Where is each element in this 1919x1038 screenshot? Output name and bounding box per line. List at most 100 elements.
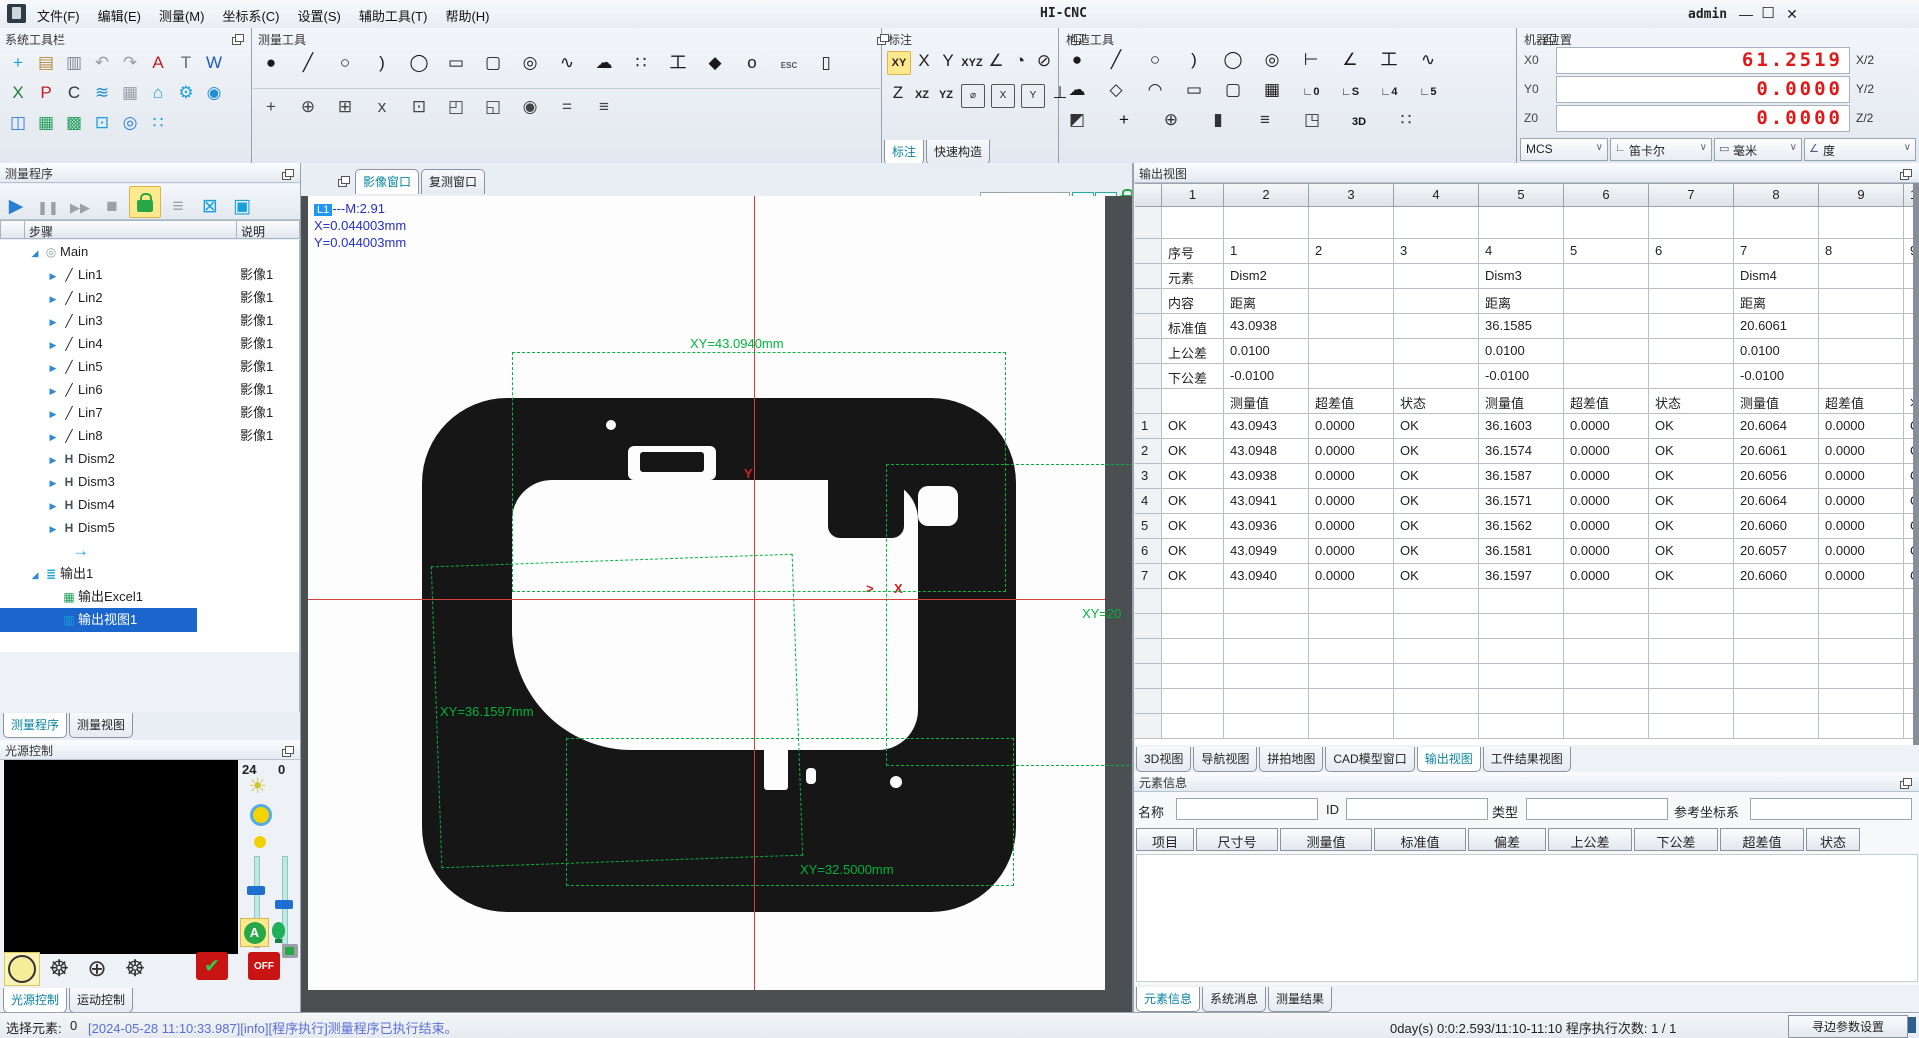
camera-icon[interactable]: ◉ [201, 79, 227, 105]
stop-button[interactable]: ■ [97, 192, 127, 222]
table-cell[interactable] [1309, 664, 1394, 689]
arc-icon[interactable]: ) [1182, 47, 1206, 71]
table-cell[interactable]: OK [1649, 439, 1734, 464]
expander-closed-icon[interactable]: ▶ [46, 380, 60, 403]
table-cell[interactable] [1135, 664, 1162, 689]
table-cell[interactable]: 43.0938 [1224, 314, 1309, 339]
table-cell[interactable] [1479, 714, 1564, 739]
tab-image-0[interactable]: 影像窗口 [355, 169, 419, 194]
table-cell[interactable]: 0.0000 [1564, 414, 1649, 439]
menu-0[interactable]: 文件(F) [28, 0, 89, 31]
table-cell[interactable] [1135, 614, 1162, 639]
table-cell[interactable]: -0.0100 [1734, 364, 1819, 389]
expander-closed-icon[interactable]: ▶ [46, 472, 60, 495]
table-cell[interactable] [1819, 664, 1904, 689]
tree-item-Dism2[interactable]: ▶HDism2 [0, 447, 299, 470]
table-cell[interactable]: 36.1571 [1479, 489, 1564, 514]
probe-box-icon[interactable]: ⊞ [332, 93, 358, 119]
table-cell[interactable] [1162, 389, 1224, 414]
table-cell[interactable]: 20.6056 [1734, 464, 1819, 489]
line-icon[interactable]: ╱ [295, 49, 321, 75]
expander-open-icon[interactable]: ◢ [28, 564, 42, 587]
table-cell[interactable]: 20.6061 [1734, 314, 1819, 339]
table-cell[interactable]: OK [1162, 439, 1224, 464]
table-cell[interactable]: 43.0943 [1224, 414, 1309, 439]
expander-closed-icon[interactable]: ▶ [46, 426, 60, 449]
table-cell[interactable] [1135, 714, 1162, 739]
table-cell[interactable]: 36.1603 [1479, 414, 1564, 439]
table-cell[interactable]: 状态 [1649, 389, 1734, 414]
table-cell[interactable]: OK [1394, 439, 1479, 464]
table-cell[interactable]: OK [1394, 414, 1479, 439]
menu-5[interactable]: 辅助工具(T) [350, 0, 437, 31]
table-cell[interactable] [1162, 689, 1224, 714]
coaxial-light-icon[interactable] [250, 804, 272, 826]
table-cell[interactable]: 43.0938 [1224, 464, 1309, 489]
home-icon[interactable]: ⌂ [145, 79, 171, 105]
table-cell[interactable]: 0.0100 [1224, 339, 1309, 364]
table-cell[interactable] [1734, 714, 1819, 739]
table-cell[interactable] [1479, 207, 1564, 239]
table-cell[interactable]: OK [1649, 489, 1734, 514]
table-cell[interactable]: 3 [1394, 239, 1479, 264]
table-cell[interactable]: 3 [1135, 464, 1162, 489]
table-cell[interactable] [1394, 339, 1479, 364]
column-header[interactable]: 6 [1564, 183, 1649, 207]
table-cell[interactable] [1309, 589, 1394, 614]
table-cell[interactable] [1734, 689, 1819, 714]
redo-icon[interactable]: ↷ [117, 49, 143, 75]
axis-half-button[interactable]: X/2 [1856, 53, 1874, 67]
table-cell[interactable]: OK [1162, 489, 1224, 514]
column-steps[interactable]: 步骤 [25, 220, 237, 239]
step-button[interactable]: ▶▶ [65, 193, 95, 223]
table-cell[interactable] [1135, 289, 1162, 314]
lines-icon[interactable]: ≡ [1253, 107, 1277, 131]
target-icon[interactable]: ◎ [117, 109, 143, 135]
float-icon[interactable] [282, 169, 294, 180]
element-col-button-0[interactable]: 项目 [1136, 828, 1194, 851]
ring-icon[interactable]: ◎ [517, 49, 543, 75]
table-cell[interactable]: OK [1649, 414, 1734, 439]
excel-export-icon[interactable]: X [5, 79, 31, 105]
probe-grid-icon[interactable]: ≡ [591, 93, 617, 119]
tab-output-1[interactable]: 导航视图 [1193, 747, 1257, 772]
table-cell[interactable] [1135, 689, 1162, 714]
table-cell[interactable] [1224, 639, 1309, 664]
tree-item-Dism3[interactable]: ▶HDism3 [0, 470, 299, 493]
table-cell[interactable] [1819, 364, 1904, 389]
table-cell[interactable] [1135, 364, 1162, 389]
report-table-icon[interactable]: ▦ [33, 109, 59, 135]
table-cell[interactable] [1564, 364, 1649, 389]
field-input-0[interactable] [1176, 798, 1318, 820]
table-cell[interactable]: 0.0000 [1564, 539, 1649, 564]
expander-closed-icon[interactable]: ▶ [46, 518, 60, 541]
field-input-2[interactable] [1526, 798, 1668, 820]
table-cell[interactable]: 1 [1224, 239, 1309, 264]
table-cell[interactable] [1564, 339, 1649, 364]
tab-light-0[interactable]: 光源控制 [3, 988, 67, 1013]
table-cell[interactable] [1479, 614, 1564, 639]
circle-icon[interactable]: ○ [1143, 47, 1167, 71]
tree-item-Lin5[interactable]: ▶╱Lin5影像1 [0, 355, 299, 378]
table-cell[interactable]: 43.0936 [1224, 514, 1309, 539]
table-cell[interactable]: 0.0000 [1309, 514, 1394, 539]
table-cell[interactable]: 36.1587 [1479, 464, 1564, 489]
table-cell[interactable]: 43.0949 [1224, 539, 1309, 564]
table-cell[interactable] [1309, 207, 1394, 239]
tree-item-Main[interactable]: ◢◎Main [0, 240, 299, 263]
table-cell[interactable] [1734, 614, 1819, 639]
table-cell[interactable] [1564, 289, 1649, 314]
curve-icon[interactable]: ∿ [554, 49, 580, 75]
table-cell[interactable]: 4 [1135, 489, 1162, 514]
machine-combo-3[interactable]: ∠度∨ [1804, 138, 1916, 161]
field-input-1[interactable] [1346, 798, 1488, 820]
table-cell[interactable]: 43.0948 [1224, 439, 1309, 464]
table-cell[interactable]: 0.0000 [1564, 439, 1649, 464]
lock-icon[interactable] [129, 186, 161, 218]
table-cell[interactable] [1394, 639, 1479, 664]
insert-marker[interactable]: → [0, 539, 299, 562]
table-cell[interactable]: 状态 [1394, 389, 1479, 414]
table-cell[interactable] [1224, 689, 1309, 714]
column-header[interactable]: 9 [1819, 183, 1904, 207]
table-cell[interactable] [1309, 639, 1394, 664]
